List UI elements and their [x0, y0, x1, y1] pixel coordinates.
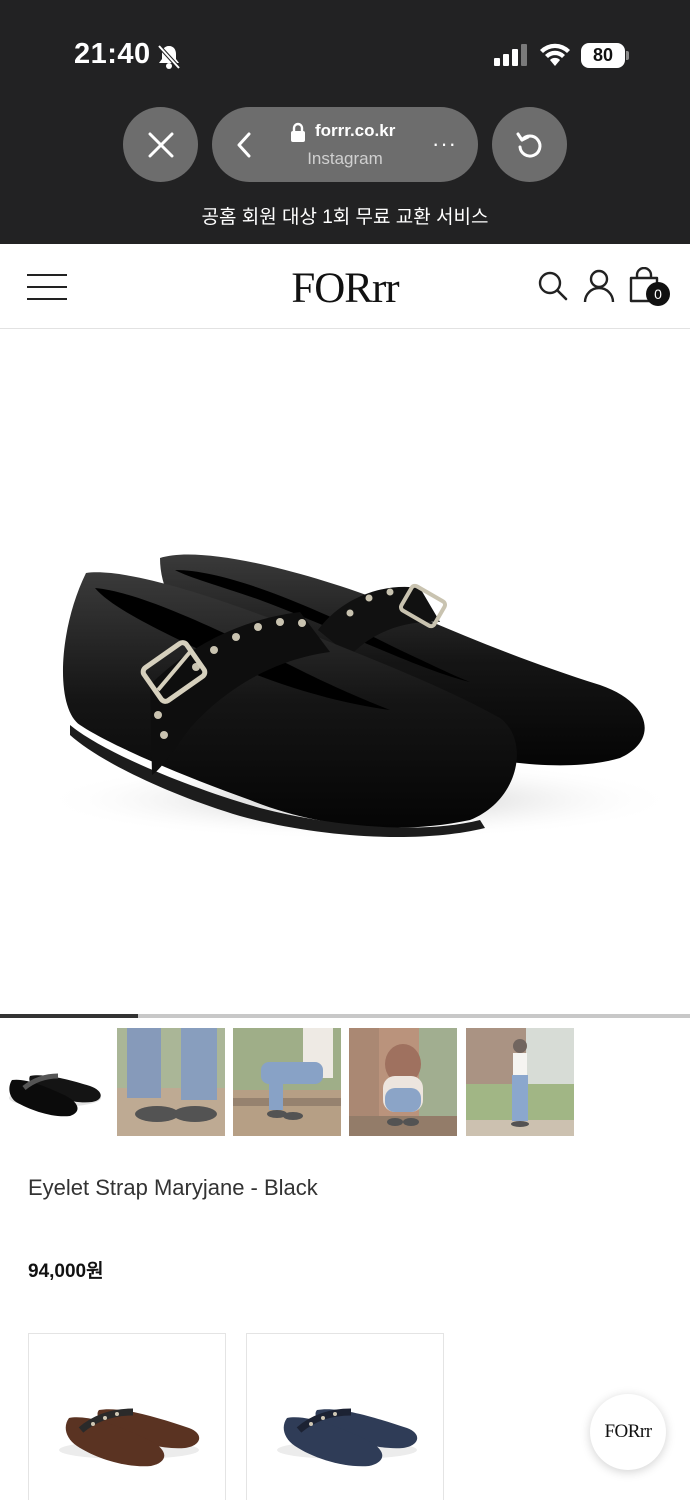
url-domain: forrr.co.kr [315, 121, 396, 140]
related-product-navy[interactable] [246, 1333, 444, 1500]
thumb-standing-garden[interactable] [466, 1028, 574, 1136]
search-icon[interactable] [537, 270, 569, 302]
status-time: 21:40 [74, 38, 151, 70]
black-maryjane-illustration [40, 554, 680, 840]
promo-banner[interactable]: 공홈 회원 대상 1회 무료 교환 서비스 [0, 202, 690, 229]
close-icon [148, 132, 173, 157]
thumb-sitting-bench[interactable] [233, 1028, 341, 1136]
browser-chrome: 21:40 80 forrr.co.kr Instagram ··· 공홈 회원… [0, 0, 690, 244]
product-name: Eyelet Strap Maryjane - Black [28, 1175, 318, 1200]
cellular-signal-icon [494, 44, 527, 66]
floating-brand-button[interactable]: FORrr [590, 1394, 666, 1470]
brown-maryjane-image [59, 1408, 200, 1467]
reload-icon [516, 132, 541, 158]
battery-level: 80 [592, 45, 614, 65]
reload-button[interactable] [492, 107, 567, 182]
battery-icon: 80 [581, 43, 629, 68]
wifi-icon [540, 43, 570, 66]
lock-icon [291, 122, 305, 142]
thumb-worn-jeans[interactable] [117, 1028, 225, 1136]
more-options-button[interactable]: ··· [432, 131, 457, 157]
account-icon[interactable] [583, 269, 615, 303]
thumbnail-strip [0, 1028, 690, 1136]
site-header: FORrr 0 [0, 244, 690, 329]
thumb-product-black[interactable] [0, 1028, 108, 1136]
address-bar[interactable]: forrr.co.kr Instagram ··· [212, 107, 478, 182]
thumb-crouching[interactable] [349, 1028, 457, 1136]
navy-maryjane-image [277, 1408, 418, 1467]
product-main-image[interactable] [0, 330, 690, 1016]
gallery-progress-fill [0, 1014, 138, 1018]
gallery-progress [0, 1014, 690, 1018]
cart-count-badge: 0 [646, 282, 670, 306]
bell-off-icon [157, 44, 181, 70]
product-price: 94,000원 [28, 1261, 104, 1282]
related-product-brown[interactable] [28, 1333, 226, 1500]
close-button[interactable] [123, 107, 198, 182]
